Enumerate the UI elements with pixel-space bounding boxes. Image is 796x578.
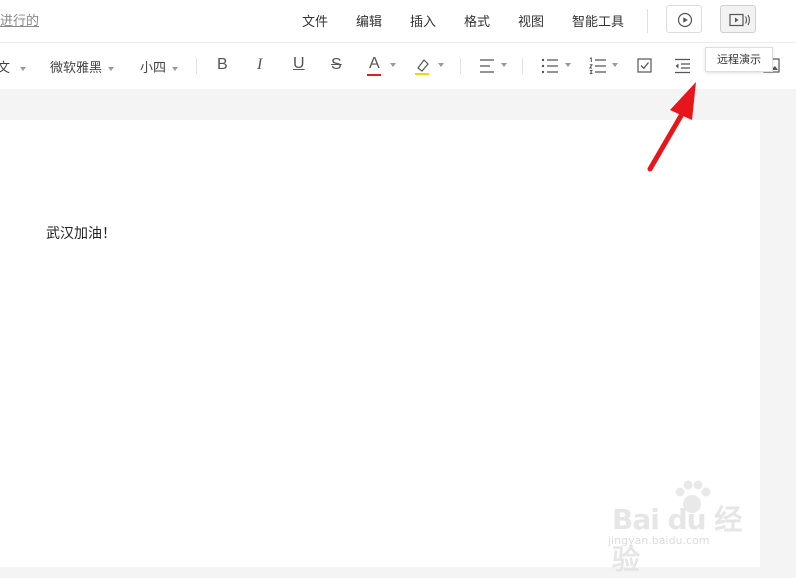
annotation-arrow: [647, 82, 696, 172]
